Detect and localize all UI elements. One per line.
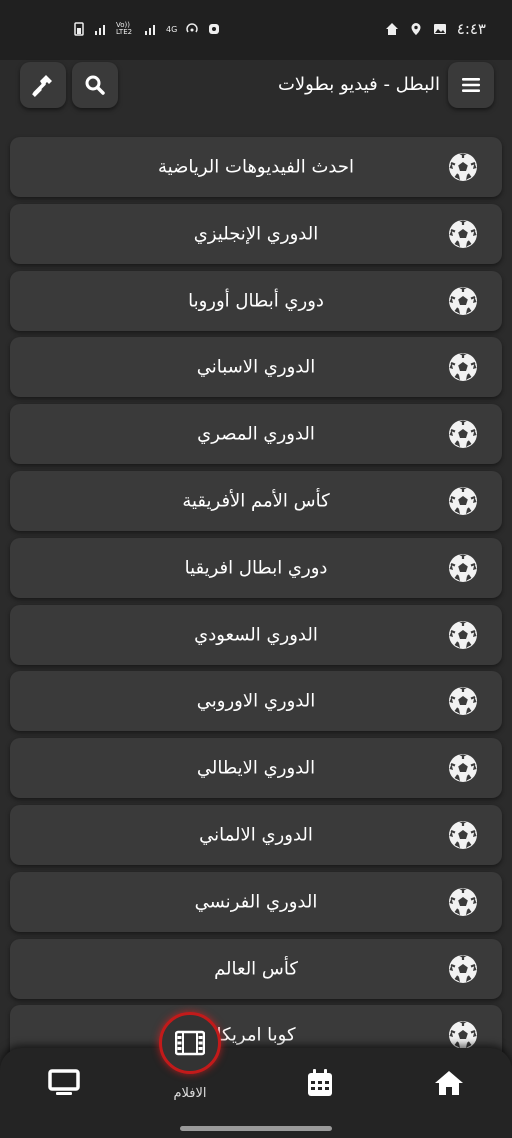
image-icon [433,24,446,34]
league-list-item[interactable]: الدوري السعودي [10,604,502,665]
page-title: البطل - فيديو بطولات [277,74,440,95]
soccer-ball-icon [448,152,478,182]
league-item-label: دوري ابطال افريقيا [184,557,328,579]
league-item-label: كوبا امريكا [216,1024,296,1046]
league-item-label: الدوري الفرنسي [194,891,318,913]
nav-calendar-button[interactable] [303,1066,337,1100]
soccer-ball-icon [448,686,478,716]
league-item-label: كأس العالم [214,958,298,980]
hotspot-icon [186,23,199,33]
soccer-ball-icon [448,887,478,917]
home-icon [435,1071,463,1095]
app-notification-icon [209,24,220,34]
league-item-label: احدث الفيديوهات الرياضية [158,156,354,178]
status-icons-left: Vo)) LTE2 4G [72,22,221,36]
network-type-label: 4G [166,24,178,34]
league-list-item[interactable]: الدوري الاوروبي [10,671,502,732]
calendar-icon [308,1069,332,1096]
league-list-item[interactable]: الدوري الإنجليزي [10,203,502,264]
search-button[interactable] [72,62,118,108]
league-item-label: الدوري السعودي [194,624,318,646]
league-item-label: كأس الأمم الأفريقية [182,490,330,512]
signal-icon [95,25,105,35]
league-item-label: الدوري الاوروبي [196,690,316,712]
soccer-ball-icon [448,1020,478,1050]
league-item-label: الدوري الايطالي [196,757,316,779]
menu-icon [462,78,480,92]
league-list-item[interactable]: الدوري الالماني [10,804,502,865]
search-icon [85,75,105,95]
league-item-label: دوري أبطال أوروبا [188,290,324,312]
nav-home-button[interactable] [432,1066,466,1100]
hammer-icon [32,75,52,97]
soccer-ball-icon [448,820,478,850]
league-list-item[interactable]: الدوري الايطالي [10,738,502,799]
app-bar: البطل - فيديو بطولات [0,60,512,118]
league-item-label: الدوري الاسباني [196,356,316,378]
nav-films-label: الافلام [173,1086,207,1101]
league-list-item[interactable]: كأس العالم [10,938,502,999]
status-time: ٤:٤٣ [456,20,486,38]
nav-tv-button[interactable] [47,1066,81,1100]
soccer-ball-icon [448,954,478,984]
league-list-item[interactable]: الدوري الفرنسي [10,871,502,932]
films-fab-button[interactable] [159,1012,221,1074]
film-icon [175,1030,205,1056]
soccer-ball-icon [448,219,478,249]
soccer-ball-icon [448,352,478,382]
league-list-item[interactable]: الدوري المصري [10,404,502,465]
league-list-item[interactable]: الدوري الاسباني [10,337,502,398]
signal-icon-2 [145,25,155,35]
league-list-item[interactable]: دوري ابطال افريقيا [10,537,502,598]
league-list: احدث الفيديوهات الرياضية الدوري الإنجليزي… [10,137,502,1072]
soccer-ball-icon [448,753,478,783]
location-icon [411,23,421,35]
menu-button[interactable] [448,62,494,108]
network-label: Vo)) LTE2 [116,21,133,36]
status-bar: Vo)) LTE2 4G ٤:٤٣ [0,0,512,60]
battery-saver-icon [74,22,84,36]
soccer-ball-icon [448,419,478,449]
soccer-ball-icon [448,286,478,316]
tools-button[interactable] [20,62,66,108]
league-item-label: الدوري الالماني [199,824,313,846]
status-icons-right: ٤:٤٣ [385,20,486,38]
home-indicator[interactable] [180,1126,332,1131]
bottom-navigation: الافلام [0,1048,512,1138]
soccer-ball-icon [448,620,478,650]
league-item-label: الدوري الإنجليزي [193,223,319,245]
league-list-item[interactable]: دوري أبطال أوروبا [10,270,502,331]
home-status-icon [385,23,398,35]
soccer-ball-icon [448,553,478,583]
league-item-label: الدوري المصري [197,423,315,445]
soccer-ball-icon [448,486,478,516]
league-list-item[interactable]: احدث الفيديوهات الرياضية [10,137,502,197]
league-list-item[interactable]: كأس الأمم الأفريقية [10,470,502,531]
tv-icon [48,1069,80,1095]
